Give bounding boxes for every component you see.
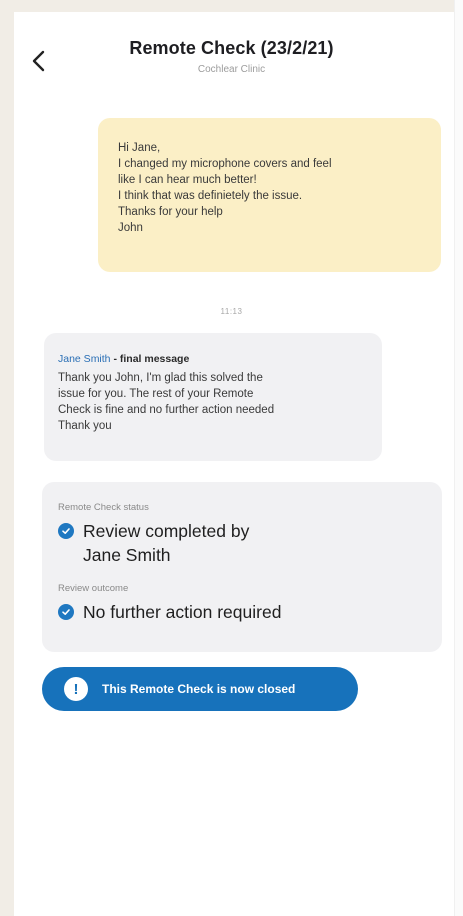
header: Remote Check (23/2/21) Cochlear Clinic (0, 30, 463, 90)
message-line: I think that was definietely the issue. (118, 190, 303, 202)
message-line: John (118, 222, 143, 234)
message-line: I changed my microphone covers and feel (118, 158, 332, 170)
closed-banner: ! This Remote Check is now closed (42, 667, 358, 711)
outcome-value: No further action required (83, 602, 282, 622)
screen-edge (454, 0, 463, 916)
outcome-row: No further action required (58, 600, 426, 624)
message-line: Hi Jane, (118, 142, 161, 154)
check-circle-icon (58, 604, 74, 620)
status-value: Review completed by Jane Smith (83, 519, 249, 567)
status-line: Review completed by (83, 521, 250, 541)
message-line: Thanks for your help (118, 206, 223, 218)
sender-name: Jane Smith (58, 353, 111, 365)
sender-suffix: - final message (110, 353, 190, 365)
message-sender: Jane Smith - final message (58, 351, 370, 367)
message-line: Check is fine and no further action need… (58, 404, 275, 416)
status-row: Review completed by Jane Smith (58, 519, 426, 567)
outcome-label: Review outcome (58, 583, 129, 594)
check-circle-icon (58, 523, 74, 539)
status-label: Remote Check status (58, 502, 149, 513)
page-subtitle: Cochlear Clinic (197, 64, 266, 75)
message-line: issue for you. The rest of your Remote (58, 388, 254, 400)
user-message-bubble: Hi Jane, I changed my microphone covers … (98, 118, 441, 272)
message-line: Thank you John, I'm glad this solved the (58, 372, 263, 384)
message-timestamp: 11:13 (220, 307, 243, 316)
staff-message-bubble: Jane Smith - final message Thank you Joh… (44, 333, 382, 461)
exclamation-circle-icon: ! (64, 677, 88, 701)
message-line: Thank you (58, 420, 112, 432)
message-line: like I can hear much better! (118, 174, 257, 186)
status-line: Jane Smith (83, 545, 171, 565)
closed-banner-text: This Remote Check is now closed (102, 682, 296, 696)
page-title: Remote Check (23/2/21) (129, 38, 334, 58)
status-card: Remote Check status Review completed by … (42, 482, 442, 652)
